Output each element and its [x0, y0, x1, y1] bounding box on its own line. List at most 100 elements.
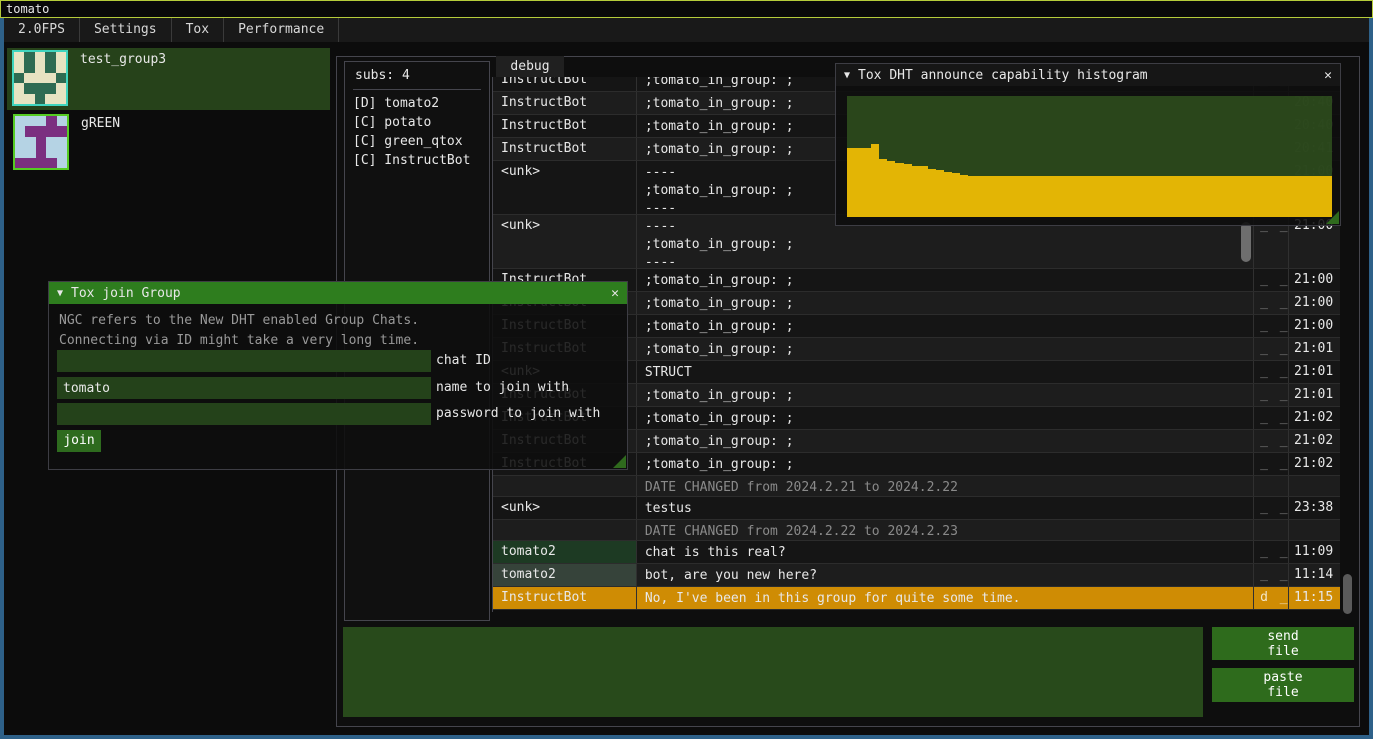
avatar-pixel — [46, 116, 56, 126]
message-timestamp: 21:02 — [1288, 453, 1340, 475]
close-icon[interactable]: ✕ — [1324, 68, 1332, 83]
avatar-pixel — [56, 83, 66, 93]
delivery-flags: _ _ — [1253, 292, 1288, 314]
member-list-item[interactable]: [C] green_qtox — [345, 132, 489, 151]
histogram-bar — [928, 169, 936, 217]
histogram-bar — [976, 176, 984, 217]
avatar-pixel — [56, 62, 66, 72]
histogram-bar — [1170, 176, 1178, 217]
date-changed-row[interactable]: DATE CHANGED from 2024.2.22 to 2024.2.23 — [493, 520, 1340, 541]
chat-message-row[interactable]: tomato2chat is this real?_ _11:09 — [493, 541, 1340, 564]
message-input[interactable] — [343, 627, 1203, 717]
avatar-pixel — [46, 137, 56, 147]
message-timestamp: 21:01 — [1288, 338, 1340, 360]
avatar-pixel — [35, 83, 45, 93]
paste-file-label-line1: paste — [1212, 670, 1354, 685]
histogram-bar — [887, 161, 895, 217]
histogram-bar — [1009, 176, 1017, 217]
avatar-pixel — [25, 158, 35, 168]
resize-grip[interactable] — [613, 455, 626, 468]
chat-message-row[interactable]: InstructBotNo, I've been in this group f… — [493, 587, 1340, 610]
sidebar-item-green[interactable]: gREEN — [7, 112, 330, 172]
histogram-bar — [1114, 176, 1122, 217]
sender-name: <unk> — [493, 497, 636, 519]
member-list-item[interactable]: [C] InstructBot — [345, 151, 489, 170]
avatar-pixel — [14, 73, 24, 83]
histogram-bar — [1194, 176, 1202, 217]
histogram-bar — [895, 163, 903, 217]
histogram-bar — [1106, 176, 1114, 217]
histogram-bar — [879, 159, 887, 217]
inner-scrollbar-handle[interactable] — [1241, 222, 1251, 262]
histogram-bar — [1259, 176, 1267, 217]
avatar-pixel — [57, 158, 67, 168]
sidebar-item-test-group3[interactable]: test_group3 — [7, 48, 330, 110]
histogram-bar — [992, 176, 1000, 217]
chat-scrollbar-handle[interactable] — [1343, 574, 1352, 614]
window-border-bottom — [0, 735, 1373, 739]
member-list-item[interactable]: [D] tomato2 — [345, 94, 489, 113]
sender-name: tomato2 — [493, 564, 636, 586]
sender-name: InstructBot — [493, 138, 636, 160]
collapse-arrow-icon[interactable]: ▼ — [57, 288, 63, 299]
fps-counter: 2.0FPS — [4, 18, 80, 42]
avatar-pixel — [46, 158, 56, 168]
date-changed-row[interactable]: DATE CHANGED from 2024.2.21 to 2024.2.22 — [493, 476, 1340, 497]
avatar-pixel — [45, 73, 55, 83]
delivery-flags: _ _ — [1253, 384, 1288, 406]
chat-message-row[interactable]: tomato2bot, are you new here?_ _11:14 — [493, 564, 1340, 587]
menu-tox[interactable]: Tox — [172, 18, 224, 42]
paste-file-button[interactable]: paste file — [1212, 668, 1354, 702]
resize-grip[interactable] — [1326, 211, 1339, 224]
avatar-pixel — [14, 52, 24, 62]
message-text: bot, are you new here? — [636, 564, 1253, 586]
join-button[interactable]: join — [57, 430, 101, 452]
avatar-pixel — [56, 94, 66, 104]
dht-histogram-titlebar[interactable]: ▼ Tox DHT announce capability histogram … — [836, 64, 1340, 86]
histogram-bar — [855, 148, 863, 217]
sender-name: InstructBot — [493, 77, 636, 91]
message-timestamp: 21:00 — [1288, 315, 1340, 337]
chat-message-row[interactable]: <unk>testus_ _23:38 — [493, 497, 1340, 520]
histogram-bar — [1000, 176, 1008, 217]
close-icon[interactable]: ✕ — [611, 286, 619, 301]
join-password-input[interactable] — [57, 403, 431, 425]
message-text: testus — [636, 497, 1253, 519]
histogram-bar — [1041, 176, 1049, 217]
message-text: ;tomato_in_group: ; — [636, 384, 1253, 406]
delivery-flags: _ _ — [1253, 338, 1288, 360]
message-text: ;tomato_in_group: ; — [636, 430, 1253, 452]
avatar-pixel — [57, 147, 67, 157]
collapse-arrow-icon[interactable]: ▼ — [844, 70, 850, 81]
delivery-flags: _ _ — [1253, 430, 1288, 452]
member-list-item[interactable]: [C] potato — [345, 113, 489, 132]
send-file-label-line1: send — [1212, 629, 1354, 644]
message-timestamp: 21:01 — [1288, 361, 1340, 383]
menu-settings[interactable]: Settings — [80, 18, 172, 42]
avatar-pixel — [25, 126, 35, 136]
histogram-bar — [1299, 176, 1307, 217]
delivery-flags — [1253, 476, 1288, 496]
message-timestamp — [1288, 476, 1340, 496]
histogram-bar — [1235, 176, 1243, 217]
message-timestamp: 23:38 — [1288, 497, 1340, 519]
histogram-bar — [1146, 176, 1154, 217]
histogram-bar — [1065, 176, 1073, 217]
tab-debug[interactable]: debug — [496, 56, 564, 77]
send-file-button[interactable]: send file — [1212, 627, 1354, 660]
menu-performance[interactable]: Performance — [224, 18, 339, 42]
avatar-pixel — [25, 147, 35, 157]
avatar-pixel — [45, 62, 55, 72]
send-file-label-line2: file — [1212, 644, 1354, 659]
histogram-bar — [1122, 176, 1130, 217]
avatar-pixel — [36, 147, 46, 157]
window-titlebar[interactable]: tomato — [0, 0, 1373, 18]
join-name-input[interactable] — [57, 377, 431, 399]
histogram-bar — [1017, 176, 1025, 217]
chat-id-label: chat ID — [436, 350, 491, 372]
histogram-bar — [1089, 176, 1097, 217]
divider — [353, 89, 481, 90]
message-text: ;tomato_in_group: ; — [636, 407, 1253, 429]
chat-id-input[interactable] — [57, 350, 431, 372]
join-group-titlebar[interactable]: ▼ Tox join Group ✕ — [49, 282, 627, 304]
